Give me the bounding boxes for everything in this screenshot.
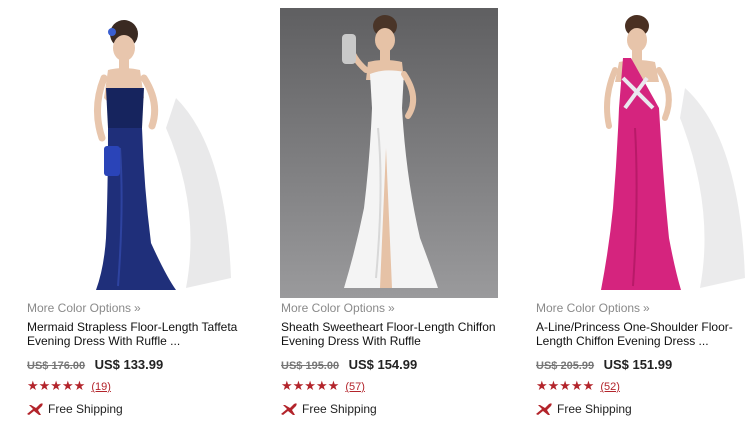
product-card: More Color Options» A-Line/Princess One-… — [535, 0, 750, 427]
chevron-right-icon: » — [643, 301, 650, 315]
airplane-icon — [536, 403, 552, 415]
original-price: US$ 205.99 — [536, 360, 595, 372]
price-row: US$ 176.00 US$ 133.99 — [27, 356, 163, 374]
product-card: More Color Options» Sheath Sweetheart Fl… — [280, 0, 505, 427]
free-shipping-badge: Free Shipping — [280, 402, 377, 416]
product-image[interactable] — [535, 8, 750, 298]
chevron-right-icon: » — [388, 301, 395, 315]
product-title-link[interactable]: A-Line/Princess One-Shoulder Floor-Lengt… — [536, 320, 750, 348]
chevron-right-icon: » — [134, 301, 141, 315]
product-title-link[interactable]: Mermaid Strapless Floor-Length Taffeta E… — [27, 320, 245, 348]
price-row: US$ 205.99 US$ 151.99 — [536, 356, 672, 374]
more-color-options-label: More Color Options — [27, 301, 132, 315]
free-shipping-label: Free Shipping — [302, 402, 377, 416]
rating-row: ★★★★★ (52) — [536, 378, 620, 394]
star-icon: ★★★★★ — [281, 378, 340, 393]
review-count-link[interactable]: (19) — [91, 381, 111, 393]
more-color-options-label: More Color Options — [536, 301, 641, 315]
more-color-options-link[interactable]: More Color Options» — [281, 301, 395, 315]
more-color-options-label: More Color Options — [281, 301, 386, 315]
review-count-link[interactable]: (57) — [345, 381, 365, 393]
star-icon: ★★★★★ — [27, 378, 86, 393]
product-image[interactable] — [280, 8, 498, 298]
product-title-link[interactable]: Sheath Sweetheart Floor-Length Chiffon E… — [281, 320, 499, 348]
free-shipping-label: Free Shipping — [48, 402, 123, 416]
dress-photo-white — [280, 8, 498, 298]
sale-price: US$ 133.99 — [94, 357, 164, 372]
review-count-link[interactable]: (52) — [600, 381, 620, 393]
more-color-options-link[interactable]: More Color Options» — [536, 301, 650, 315]
free-shipping-label: Free Shipping — [557, 402, 632, 416]
dress-photo-navy — [26, 8, 244, 298]
star-icon: ★★★★★ — [536, 378, 595, 393]
free-shipping-badge: Free Shipping — [26, 402, 123, 416]
product-image[interactable] — [26, 8, 244, 298]
rating-row: ★★★★★ (57) — [281, 378, 365, 394]
sale-price: US$ 154.99 — [348, 357, 418, 372]
airplane-icon — [281, 403, 297, 415]
dress-photo-fuchsia — [535, 8, 750, 298]
airplane-icon — [27, 403, 43, 415]
sale-price: US$ 151.99 — [603, 357, 673, 372]
free-shipping-badge: Free Shipping — [535, 402, 632, 416]
price-row: US$ 195.00 US$ 154.99 — [281, 356, 417, 374]
original-price: US$ 195.00 — [281, 360, 340, 372]
original-price: US$ 176.00 — [27, 360, 86, 372]
product-card: More Color Options» Mermaid Strapless Fl… — [26, 0, 251, 427]
rating-row: ★★★★★ (19) — [27, 378, 111, 394]
more-color-options-link[interactable]: More Color Options» — [27, 301, 141, 315]
